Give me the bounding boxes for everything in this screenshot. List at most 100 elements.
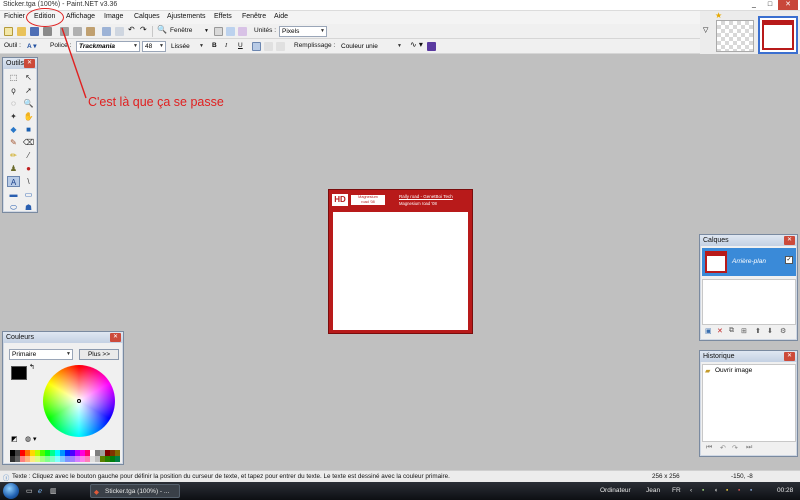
clone-stamp-icon[interactable]: ♟	[7, 163, 20, 174]
primary-color-swatch[interactable]	[11, 366, 27, 380]
menu-window[interactable]: Fenêtre	[242, 13, 266, 20]
layer-properties-icon[interactable]: ⚙	[780, 327, 786, 335]
window-combo[interactable]: Fenêtre	[170, 27, 192, 34]
history-toggle-icon[interactable]	[238, 27, 247, 36]
start-button[interactable]	[3, 483, 19, 499]
menu-help[interactable]: Aide	[274, 13, 288, 20]
ellipse-select-icon[interactable]: ◌	[7, 98, 20, 109]
taskbar-computer-label[interactable]: Ordinateur	[600, 487, 631, 494]
tray-display-icon[interactable]: ▪	[750, 487, 752, 494]
undo-icon[interactable]: ↶	[128, 25, 135, 34]
close-icon[interactable]: ✕	[110, 333, 121, 342]
history-panel: Historique ✕ ▰ Ouvrir image ⏮ ↶ ↷ ⏭	[699, 350, 798, 457]
thumbnail-sticker[interactable]	[758, 16, 798, 54]
antialias-select[interactable]: Lissée ▼	[168, 41, 206, 52]
palette-toggle-icon[interactable]	[226, 27, 235, 36]
palette-menu-icon[interactable]: ◍ ▾	[25, 435, 37, 443]
merge-layer-icon[interactable]: ⊞	[741, 327, 747, 335]
tray-network-icon[interactable]: ▪	[702, 487, 704, 494]
ellipse-icon[interactable]: ⬭	[7, 202, 20, 213]
move-layer-down-icon[interactable]: ⬇	[767, 327, 773, 335]
add-layer-icon[interactable]: ▣	[705, 327, 712, 335]
grid-icon[interactable]	[214, 27, 223, 36]
text-tool-icon[interactable]: A	[7, 176, 20, 187]
rounded-rectangle-icon[interactable]: ▭	[22, 189, 35, 200]
fill-select[interactable]: Couleur unie ▼	[338, 41, 404, 52]
pan-icon[interactable]: ✋	[22, 111, 35, 122]
italic-button[interactable]: I	[225, 42, 227, 49]
zoom-icon[interactable]: 🔍	[157, 25, 167, 34]
rectangle-select-icon[interactable]: ⬚	[7, 72, 20, 83]
menu-layers[interactable]: Calques	[134, 13, 160, 20]
zoom-tool-icon[interactable]: 🔍	[22, 98, 35, 109]
minimize-button[interactable]: _	[746, 0, 762, 10]
delete-layer-icon[interactable]: ✕	[717, 327, 723, 335]
blend-mode-icon[interactable]	[427, 42, 436, 51]
thumbnail-menu-icon[interactable]: ▽	[703, 26, 708, 34]
explorer-icon[interactable]: ▥	[50, 487, 57, 495]
align-right-icon[interactable]	[276, 42, 285, 51]
close-icon[interactable]: ✕	[784, 236, 795, 245]
rewind-icon[interactable]: ⏮	[706, 444, 712, 452]
pencil-icon[interactable]: ✏	[7, 150, 20, 161]
units-select[interactable]: Pixels ▼	[279, 26, 327, 37]
layer-visibility-checkbox[interactable]: ✓	[785, 256, 793, 264]
swap-colors-icon[interactable]: ↰	[29, 363, 35, 371]
bold-button[interactable]: B	[212, 42, 217, 49]
duplicate-layer-icon[interactable]: ⧉	[729, 327, 734, 335]
tray-expand-icon[interactable]: ‹	[690, 487, 692, 494]
cursor-coords-readout: -150, -8	[731, 473, 753, 480]
show-desktop-icon[interactable]: ▭	[26, 487, 33, 495]
move-icon[interactable]: ➚	[22, 85, 35, 96]
tray-security-icon[interactable]: ▪	[738, 487, 740, 494]
recolor-icon[interactable]: ●	[22, 163, 35, 174]
more-colors-button[interactable]: Plus >>	[79, 349, 119, 360]
color-picker-icon[interactable]: ⁄	[22, 150, 35, 161]
maximize-button[interactable]: □	[762, 0, 778, 10]
taskbar-user-label[interactable]: Jean	[646, 487, 660, 494]
sticker-image[interactable]: HD Magnesium road '08 Rally road - Genet…	[328, 189, 473, 334]
color-palette[interactable]	[10, 450, 120, 462]
color-wheel[interactable]	[43, 365, 115, 437]
align-center-icon[interactable]	[264, 42, 273, 51]
antialiasing-icon[interactable]: ∿ ▾	[410, 40, 423, 49]
line-curve-icon[interactable]: \	[22, 176, 35, 187]
clock: 00:28	[777, 487, 794, 494]
move-layer-up-icon[interactable]: ⬆	[755, 327, 761, 335]
undo-history-icon[interactable]: ↶	[720, 444, 726, 452]
ie-icon[interactable]: ℯ	[38, 487, 42, 495]
language-indicator[interactable]: FR	[672, 487, 681, 494]
taskbar-paintnet-button[interactable]: Sticker.tga (100%) - ... ◆	[90, 484, 180, 498]
redo-history-icon[interactable]: ↷	[732, 444, 738, 452]
menu-adjustments[interactable]: Ajustements	[167, 13, 206, 20]
lasso-icon[interactable]: ϙ	[7, 85, 20, 96]
color-mode-select[interactable]: Primaire ▼	[9, 349, 73, 360]
palette-swatch[interactable]	[115, 456, 120, 462]
move-selection-icon[interactable]: ↖	[22, 72, 35, 83]
close-icon[interactable]: ✕	[24, 59, 35, 68]
close-icon[interactable]: ✕	[784, 352, 795, 361]
gradient-icon[interactable]: ■	[22, 124, 35, 135]
magic-wand-icon[interactable]: ✦	[7, 111, 20, 122]
rectangle-icon[interactable]: ▬	[7, 189, 20, 200]
redo-icon[interactable]: ↷	[140, 25, 147, 34]
layers-panel: Calques ✕ Arrière-plan ✓ ▣ ✕ ⧉ ⊞ ⬆ ⬇ ⚙	[699, 234, 798, 341]
thumbnail-empty[interactable]	[716, 20, 754, 52]
layer-item[interactable]: Arrière-plan ✓	[702, 248, 796, 276]
fast-forward-icon[interactable]: ⏭	[746, 444, 752, 452]
reset-colors-icon[interactable]: ◩	[11, 435, 18, 443]
chevron-down-icon[interactable]: ▼	[204, 28, 209, 34]
image-thumbnails: ▽ ★	[700, 11, 800, 54]
tray-app-icon[interactable]: ▪	[726, 487, 728, 494]
eraser-icon[interactable]: ⌫	[22, 137, 35, 148]
align-left-icon[interactable]	[252, 42, 261, 51]
menu-effects[interactable]: Effets	[214, 13, 232, 20]
font-size-select[interactable]: 48 ▼	[142, 41, 166, 52]
history-item[interactable]: Ouvrir image	[715, 367, 752, 374]
tray-volume-icon[interactable]: ◖	[714, 487, 718, 494]
paint-bucket-icon[interactable]: ◆	[7, 124, 20, 135]
paintbrush-icon[interactable]: ✎	[7, 137, 20, 148]
underline-button[interactable]: U	[238, 42, 243, 49]
close-window-button[interactable]: ✕	[778, 0, 798, 10]
freeform-shape-icon[interactable]: ☗	[22, 202, 35, 213]
